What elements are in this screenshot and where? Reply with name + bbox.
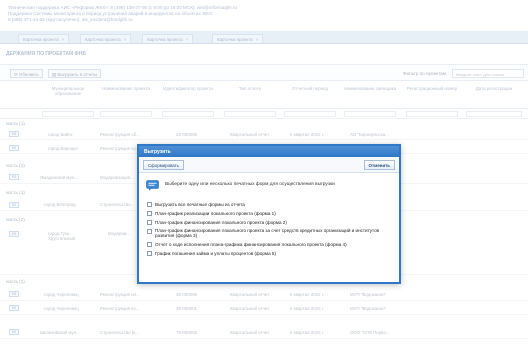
option-form-3[interactable]: План-график финансирования локального пр… xyxy=(147,228,397,238)
cancel-button[interactable]: Отменить xyxy=(363,160,395,170)
option-form-2[interactable]: План-график финансирования локального пр… xyxy=(147,220,397,225)
option-label: План-график реализации локального проект… xyxy=(155,210,276,216)
option-label: Выгрузить все печатные формы из отчета xyxy=(155,202,245,207)
checkbox[interactable] xyxy=(147,250,152,256)
dialog-title: Выгрузить xyxy=(139,146,399,157)
dialog-instruction: Выберите одну или несколько печатных фор… xyxy=(165,182,335,187)
dialog-toolbar: Сформировать Отменить xyxy=(139,157,399,173)
option-form-1[interactable]: План-график реализации локального проект… xyxy=(147,211,397,216)
print-form-list: Выгрузить все печатные формы из отчета П… xyxy=(147,202,397,260)
message-icon xyxy=(146,180,159,191)
checkbox[interactable] xyxy=(147,210,152,216)
option-form-4[interactable]: Отчет о ходе исполнения плана-графика фи… xyxy=(147,241,397,248)
generate-button[interactable]: Сформировать xyxy=(143,160,184,170)
checkbox[interactable] xyxy=(147,242,152,248)
checkbox[interactable] xyxy=(147,228,152,234)
checkbox[interactable] xyxy=(147,202,152,208)
option-label: План-график финансирования локального пр… xyxy=(155,228,380,239)
option-label: График погашения займа и уплаты проценто… xyxy=(155,250,276,256)
option-form-5[interactable]: График погашения займа и уплаты проценто… xyxy=(147,251,397,256)
export-dialog: Выгрузить Сформировать Отменить Выберите… xyxy=(137,144,401,284)
option-label: План-график финансирования локального пр… xyxy=(155,219,287,225)
checkbox[interactable] xyxy=(147,219,152,225)
option-label: Отчет о ходе исполнения плана-графика фи… xyxy=(155,241,347,247)
option-export-all[interactable]: Выгрузить все печатные формы из отчета xyxy=(147,202,397,208)
